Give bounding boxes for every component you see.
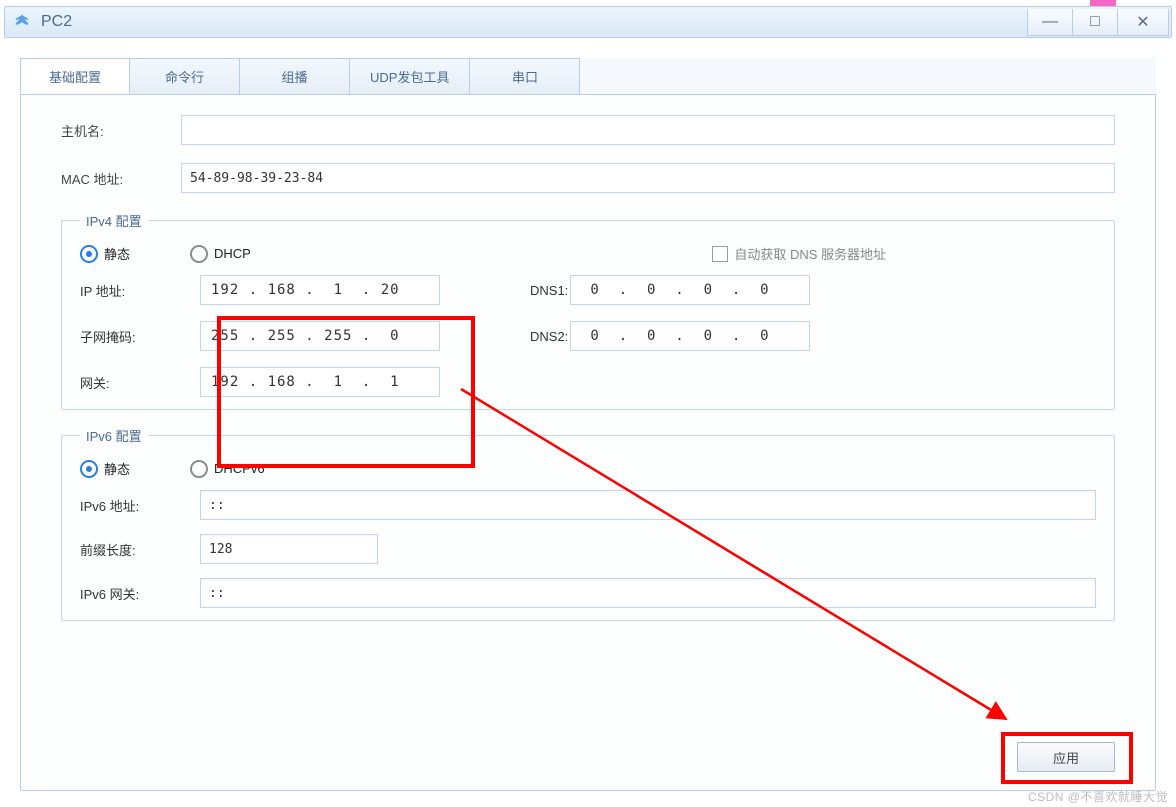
tab-label: 串口 xyxy=(512,67,538,86)
gw-input[interactable]: 192 . 168 . 1 . 1 xyxy=(200,367,440,397)
tab-mcast[interactable]: 组播 xyxy=(240,58,350,94)
radio-dot-icon xyxy=(190,245,208,263)
auto-dns-checkbox[interactable]: 自动获取 DNS 服务器地址 xyxy=(712,244,886,263)
app-window: PC2 — □ ✕ 基础配置 命令行 组播 UDP发包工具 串口 主机名: MA… xyxy=(0,0,1176,807)
tab-basic[interactable]: 基础配置 xyxy=(20,58,130,94)
radio-dot-icon xyxy=(80,245,98,263)
dns1-label: DNS1: xyxy=(440,283,570,298)
tab-label: 组播 xyxy=(281,67,307,86)
hostname-input[interactable] xyxy=(181,115,1115,145)
tab-label: 命令行 xyxy=(165,67,204,86)
mask-label: 子网掩码: xyxy=(80,327,200,346)
row-mac: MAC 地址: 54-89-98-39-23-84 xyxy=(61,163,1115,193)
hostname-label: 主机名: xyxy=(61,121,181,140)
ipv6-addr-input[interactable]: :: xyxy=(200,490,1096,520)
ipv4-legend: IPv4 配置 xyxy=(80,211,148,230)
window-title: PC2 xyxy=(41,13,1027,31)
main-panel: 基础配置 命令行 组播 UDP发包工具 串口 主机名: MAC 地址: 54-8… xyxy=(20,58,1156,791)
gw-label: 网关: xyxy=(80,373,200,392)
apply-button[interactable]: 应用 xyxy=(1017,742,1115,772)
ipv6-prefix-input[interactable]: 128 xyxy=(200,534,378,564)
mask-input[interactable]: 255 . 255 . 255 . 0 xyxy=(200,321,440,351)
title-bar: PC2 — □ ✕ xyxy=(4,6,1172,38)
radio-label: 静态 xyxy=(104,244,130,263)
ipv6-addr-label: IPv6 地址: xyxy=(80,496,200,515)
ipv4-dhcp-radio[interactable]: DHCP xyxy=(190,245,251,263)
mac-label: MAC 地址: xyxy=(61,169,181,188)
tab-label: UDP发包工具 xyxy=(370,67,449,86)
tab-udp[interactable]: UDP发包工具 xyxy=(350,58,470,94)
radio-dot-icon xyxy=(190,460,208,478)
close-button[interactable]: ✕ xyxy=(1118,9,1169,36)
checkbox-label: 自动获取 DNS 服务器地址 xyxy=(734,244,886,263)
tab-content: 主机名: MAC 地址: 54-89-98-39-23-84 IPv4 配置 静… xyxy=(21,95,1155,790)
ipv4-group: IPv4 配置 静态 DHCP 自动获取 DNS 服务器地址 xyxy=(61,211,1115,410)
ipv6-dhcp-radio[interactable]: DHCPv6 xyxy=(190,460,265,478)
radio-label: 静态 xyxy=(104,459,130,478)
ipv6-mode-row: 静态 DHCPv6 xyxy=(80,459,1096,478)
radio-dot-icon xyxy=(80,460,98,478)
ipv6-gw-input[interactable]: :: xyxy=(200,578,1096,608)
ipv6-gw-label: IPv6 网关: xyxy=(80,584,200,603)
radio-label: DHCP xyxy=(214,246,251,261)
ipv6-grid: IPv6 地址: :: 前缀长度: 128 IPv6 网关: :: xyxy=(80,490,1096,608)
window-controls: — □ ✕ xyxy=(1027,9,1169,35)
apply-label: 应用 xyxy=(1053,748,1079,767)
tabs: 基础配置 命令行 组播 UDP发包工具 串口 xyxy=(20,58,1156,95)
dns1-input[interactable]: 0 . 0 . 0 . 0 xyxy=(570,275,810,305)
maximize-button[interactable]: □ xyxy=(1073,9,1118,36)
ipv4-mode-row: 静态 DHCP 自动获取 DNS 服务器地址 xyxy=(80,244,1096,263)
ip-label: IP 地址: xyxy=(80,281,200,300)
ipv4-grid: IP 地址: 192 . 168 . 1 . 20 DNS1: 0 . 0 . … xyxy=(80,275,1096,397)
dns2-label: DNS2: xyxy=(440,329,570,344)
ipv6-group: IPv6 配置 静态 DHCPv6 IPv6 地址: :: 前缀长度: xyxy=(61,426,1115,621)
dns2-input[interactable]: 0 . 0 . 0 . 0 xyxy=(570,321,810,351)
mac-input[interactable]: 54-89-98-39-23-84 xyxy=(181,163,1115,193)
tab-cli[interactable]: 命令行 xyxy=(130,58,240,94)
ipv6-static-radio[interactable]: 静态 xyxy=(80,459,130,478)
ipv6-prefix-label: 前缀长度: xyxy=(80,540,200,559)
minimize-button[interactable]: — xyxy=(1027,9,1073,36)
ip-input[interactable]: 192 . 168 . 1 . 20 xyxy=(200,275,440,305)
tab-label: 基础配置 xyxy=(49,67,101,86)
ipv6-legend: IPv6 配置 xyxy=(80,426,148,445)
app-icon xyxy=(11,11,33,33)
tab-serial[interactable]: 串口 xyxy=(470,58,580,94)
radio-label: DHCPv6 xyxy=(214,461,265,476)
checkbox-box-icon xyxy=(712,246,728,262)
row-hostname: 主机名: xyxy=(61,115,1115,145)
ipv4-static-radio[interactable]: 静态 xyxy=(80,244,130,263)
